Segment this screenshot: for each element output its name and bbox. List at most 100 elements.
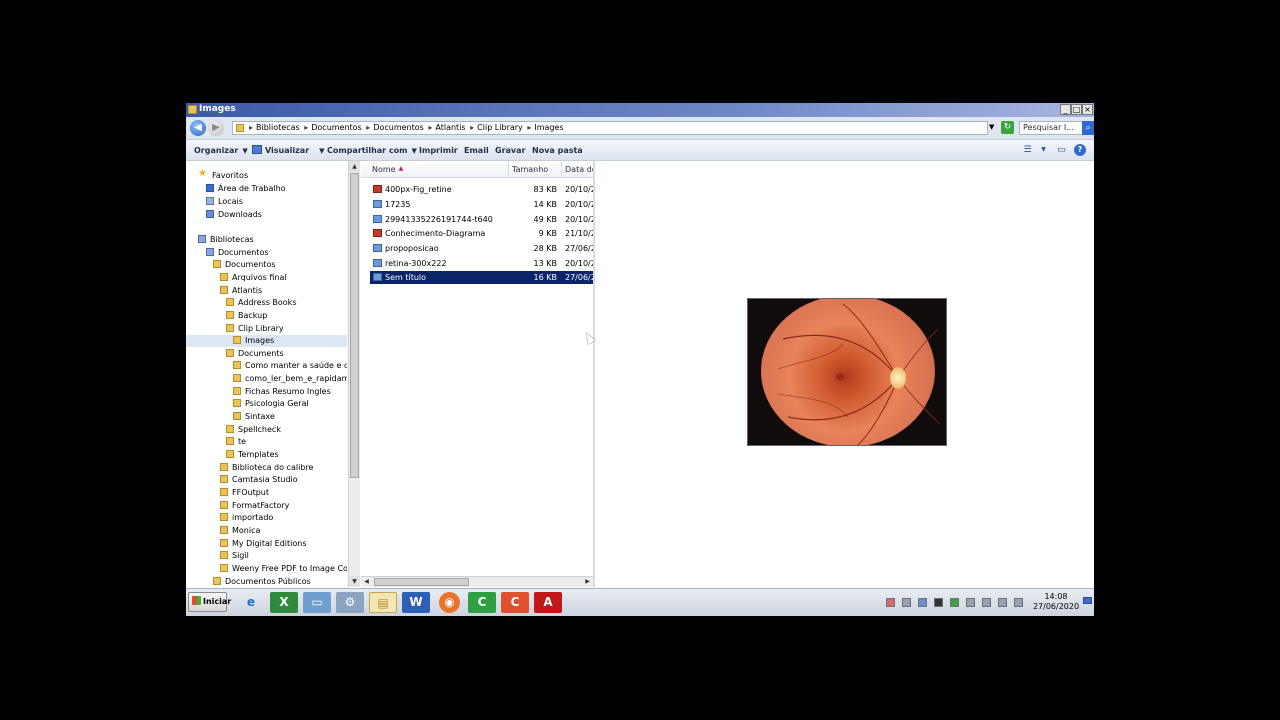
search-input[interactable]: Pesquisar I... xyxy=(1019,121,1085,135)
scroll-thumb[interactable] xyxy=(374,578,469,586)
camtasia-red-icon[interactable]: C xyxy=(501,592,529,613)
tray-icon[interactable] xyxy=(902,598,911,607)
nav-places[interactable]: Locais xyxy=(206,196,243,208)
breadcrumb-item[interactable]: ▸ Atlantis xyxy=(428,123,465,132)
column-date[interactable]: Data de xyxy=(565,165,593,174)
file-row[interactable]: propoposicao 28 KB 27/06/20 xyxy=(370,242,593,255)
view-button[interactable]: Visualizar ▼ xyxy=(265,146,325,155)
firefox-icon[interactable]: ◉ xyxy=(439,592,460,613)
back-button[interactable]: ◀ xyxy=(190,120,206,136)
word-icon[interactable]: W xyxy=(402,592,430,613)
minimize-button[interactable]: _ xyxy=(1060,104,1071,115)
view-dropdown-icon[interactable]: ▼ xyxy=(1038,145,1049,155)
breadcrumb-item[interactable]: ▸ Bibliotecas xyxy=(249,123,300,132)
start-button[interactable]: Iniciar xyxy=(188,592,231,612)
nav-favorites[interactable]: ★ Favoritos xyxy=(198,169,248,182)
camtasia-green-icon[interactable]: C xyxy=(468,592,496,613)
close-button[interactable]: × xyxy=(1082,104,1093,115)
nav-folder[interactable]: Como manter a saúde e o vigor xyxy=(233,360,347,372)
file-list-scrollbar[interactable]: ◀ ▶ xyxy=(361,576,593,587)
file-row[interactable]: 29941335226191744-t640 49 KB 20/10/20 xyxy=(370,213,593,226)
nav-libraries[interactable]: Bibliotecas xyxy=(198,234,254,246)
nav-folder[interactable]: Fichas Resumo Ingles xyxy=(233,386,331,398)
scroll-left-icon[interactable]: ◀ xyxy=(361,577,372,587)
tray-icon[interactable] xyxy=(966,598,975,607)
maximize-button[interactable]: □ xyxy=(1071,104,1082,115)
new-folder-button[interactable]: Nova pasta xyxy=(532,146,583,155)
nav-folder-images[interactable]: Images xyxy=(186,335,347,347)
network-icon[interactable] xyxy=(998,598,1007,607)
breadcrumb-item[interactable]: ▸ Images xyxy=(527,123,563,132)
tools-icon[interactable]: ⚙ xyxy=(336,592,364,613)
file-row-selected[interactable]: Sem título 16 KB 27/06/20 xyxy=(370,271,593,284)
nav-scrollbar[interactable]: ▲ ▼ xyxy=(348,161,360,587)
email-button[interactable]: Email xyxy=(464,146,489,155)
nav-folder[interactable]: Biblioteca do calibre xyxy=(220,462,313,474)
nav-folder[interactable]: Psicologia Geral xyxy=(233,398,309,410)
nav-documents-library[interactable]: Documentos xyxy=(206,247,269,259)
breadcrumb-item[interactable]: ▸ Documentos xyxy=(304,123,362,132)
nav-folder[interactable]: como_ler_bem_e_rapidamente xyxy=(233,373,347,385)
tray-icon[interactable] xyxy=(934,598,943,607)
share-button[interactable]: Compartilhar com ▼ xyxy=(327,146,417,155)
help-icon[interactable]: ? xyxy=(1074,144,1086,156)
column-size[interactable]: Tamanho xyxy=(512,165,548,174)
file-row[interactable]: retina-300x222 13 KB 20/10/20 xyxy=(370,257,593,270)
organize-button[interactable]: Organizar ▼ xyxy=(194,146,248,155)
column-name[interactable]: Nome ▲ xyxy=(372,165,403,174)
column-divider[interactable] xyxy=(508,161,509,177)
nav-folder[interactable]: Documents xyxy=(226,348,284,360)
nav-folder[interactable]: Clip Library xyxy=(226,323,284,335)
nav-folder[interactable]: Address Books xyxy=(226,297,296,309)
column-divider[interactable] xyxy=(561,161,562,177)
address-bar[interactable]: ▸ Bibliotecas ▸ Documentos ▸ Documentos ▸ At… xyxy=(232,121,988,135)
burn-button[interactable]: Gravar xyxy=(495,146,525,155)
forward-button[interactable]: ▶ xyxy=(208,120,224,136)
internet-explorer-icon[interactable]: e xyxy=(237,592,265,613)
nav-folder[interactable]: te xyxy=(226,436,246,448)
file-row[interactable]: Conhecimento-Diagrama 9 KB 21/10/20 xyxy=(370,227,593,240)
clock[interactable]: 14:08 27/06/2020 xyxy=(1029,592,1083,612)
nav-documents[interactable]: Documentos xyxy=(213,259,276,271)
acrobat-icon[interactable]: A xyxy=(534,592,562,613)
file-row[interactable]: 400px-Fig_retine 83 KB 20/10/20 xyxy=(370,183,593,196)
nav-folder[interactable]: Backup xyxy=(226,310,267,322)
scroll-thumb[interactable] xyxy=(350,173,359,478)
nav-folder[interactable]: Sintaxe xyxy=(233,411,275,423)
nav-folder[interactable]: Camtasia Studio xyxy=(220,474,298,486)
file-row[interactable]: 17235 14 KB 20/10/20 xyxy=(370,198,593,211)
tray-icon[interactable] xyxy=(886,598,895,607)
app-icon[interactable]: ▭ xyxy=(303,592,331,613)
nav-folder[interactable]: Spellcheck xyxy=(226,424,281,436)
tray-icon[interactable] xyxy=(918,598,927,607)
show-desktop-button[interactable] xyxy=(1083,597,1092,604)
preview-pane-icon[interactable]: ▭ xyxy=(1056,145,1067,155)
scroll-down-icon[interactable]: ▼ xyxy=(349,576,360,587)
tray-icon[interactable] xyxy=(950,598,959,607)
volume-icon[interactable] xyxy=(982,598,991,607)
nav-folder[interactable]: importado xyxy=(220,512,273,524)
nav-folder[interactable]: Templates xyxy=(226,449,279,461)
explorer-icon[interactable]: ▤ xyxy=(369,592,397,613)
search-icon[interactable]: ⌕ xyxy=(1082,121,1094,135)
nav-folder[interactable]: Atlantis xyxy=(220,285,262,297)
nav-folder[interactable]: Monica xyxy=(220,525,260,537)
scroll-up-icon[interactable]: ▲ xyxy=(349,161,360,172)
address-dropdown-icon[interactable]: ▼ xyxy=(989,123,994,131)
nav-folder[interactable]: Sigil xyxy=(220,550,249,562)
nav-desktop[interactable]: Área de Trabalho xyxy=(206,183,286,195)
scroll-right-icon[interactable]: ▶ xyxy=(582,577,593,587)
nav-downloads[interactable]: Downloads xyxy=(206,209,262,221)
breadcrumb-item[interactable]: ▸ Documentos xyxy=(366,123,424,132)
nav-folder[interactable]: FFOutput xyxy=(220,487,269,499)
breadcrumb-item[interactable]: ▸ Clip Library xyxy=(470,123,523,132)
nav-folder[interactable]: Documentos Públicos xyxy=(213,576,311,587)
flag-icon[interactable] xyxy=(1014,598,1023,607)
excel-icon[interactable]: X xyxy=(270,592,298,613)
view-options-icon[interactable]: ☰ xyxy=(1022,145,1033,155)
refresh-icon[interactable]: ↻ xyxy=(1001,121,1014,134)
print-button[interactable]: Imprimir xyxy=(419,146,458,155)
nav-folder[interactable]: FormatFactory xyxy=(220,500,289,512)
nav-folder[interactable]: Weeny Free PDF to Image Converte xyxy=(220,563,347,575)
nav-folder[interactable]: Arquivos final xyxy=(220,272,287,284)
